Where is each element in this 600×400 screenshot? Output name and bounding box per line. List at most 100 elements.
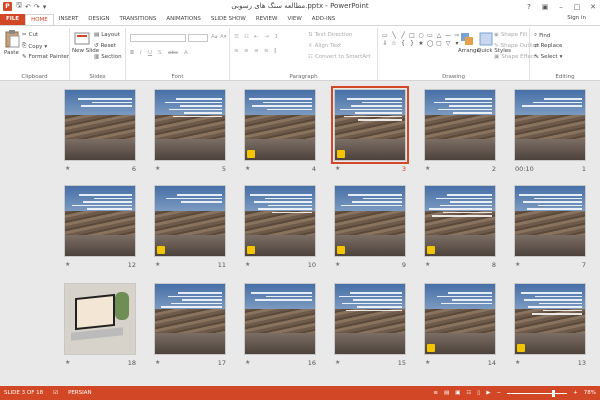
layout-button[interactable]: ▤ Layout [94,32,120,38]
slide-transition-star-icon[interactable]: ★ [335,359,340,366]
convert-smartart-button[interactable]: ☷ Convert to SmartArt [308,54,371,60]
section-button[interactable]: ▥ Section [94,54,122,60]
slide-transition-star-icon[interactable]: ★ [65,359,70,366]
minimize-icon[interactable]: – [556,3,566,11]
zoom-out-icon[interactable]: − [497,390,502,396]
sign-in-link[interactable]: Sign in [567,15,586,21]
decrease-indent-icon[interactable]: ⇤ [254,34,259,40]
spellcheck-icon[interactable]: ☑ [53,390,58,396]
italic-icon[interactable]: I [140,50,142,56]
slide-transition-star-icon[interactable]: ★ [245,359,250,366]
slide-transition-star-icon[interactable]: ★ [515,359,520,366]
slide-transition-star-icon[interactable]: ★ [425,165,430,172]
copy-button[interactable]: ⎘ Copy ▾ [22,43,47,50]
tab-review[interactable]: REVIEW [251,14,283,25]
shape-star-icon[interactable]: ☆ [390,40,398,47]
slide-thumbnail-8[interactable] [424,185,496,257]
slide-thumbnail-16[interactable] [244,283,316,355]
find-button[interactable]: ⌕ Find [534,32,550,39]
shapes-gallery[interactable]: ▭ ╲ ╱ □ ○ ▭ △ — ⇨ ⇩ ☆ { } ★ ◯ ▢ ▽ ▾ [381,32,461,47]
save-icon[interactable]: 🖫 [16,1,22,12]
cut-button[interactable]: ✂ Cut [22,32,38,38]
slide-thumbnail-13[interactable] [514,283,586,355]
slide-transition-star-icon[interactable]: ★ [425,261,430,268]
align-center-icon[interactable]: ≡ [244,48,249,54]
slide-thumbnail-10[interactable] [244,185,316,257]
ribbon-display-icon[interactable]: ▣ [540,3,550,11]
tab-slide-show[interactable]: SLIDE SHOW [206,14,251,25]
slide-transition-star-icon[interactable]: ★ [515,261,520,268]
shape-rect-icon[interactable]: ▭ [426,32,434,39]
slide-thumbnail-18[interactable] [64,283,136,355]
align-text-button[interactable]: ⇳ Align Text [308,43,341,49]
slide-thumbnail-11[interactable] [154,185,226,257]
close-icon[interactable]: ✕ [588,3,598,11]
zoom-slider-thumb[interactable] [552,389,556,397]
replace-button[interactable]: ⇄ Replace [534,43,562,49]
slide-transition-star-icon[interactable]: ★ [245,261,250,268]
notes-icon[interactable]: ≡ [433,390,438,396]
zoom-level[interactable]: 78% [584,390,596,396]
line-spacing-icon[interactable]: ↕ [274,34,279,40]
tab-insert[interactable]: INSERT [54,14,83,25]
tab-file[interactable]: FILE [0,14,26,25]
shape-triangle-icon[interactable]: △ [435,32,443,39]
increase-indent-icon[interactable]: ⇥ [264,34,269,40]
align-left-icon[interactable]: ≡ [234,48,239,54]
undo-icon[interactable]: ↶ [25,3,31,11]
maximize-icon[interactable]: □ [572,3,582,11]
slide-transition-star-icon[interactable]: ★ [425,359,430,366]
shape-line-icon[interactable]: ╱ [399,32,407,39]
font-size-combo[interactable] [188,34,208,42]
reading-view-icon[interactable]: ▯ [477,390,480,396]
bold-icon[interactable]: B [130,50,134,56]
shape-textbox-icon[interactable]: ▭ [381,32,389,39]
font-color-icon[interactable]: A [184,50,188,56]
shape-fill-button[interactable]: ◉ Shape Fill [494,32,527,38]
paste-button[interactable]: Paste [4,50,19,56]
slide-transition-star-icon[interactable]: ★ [155,261,160,268]
text-direction-button[interactable]: ⇅ Text Direction [308,32,352,38]
font-name-combo[interactable] [130,34,186,42]
slide-thumbnail-3[interactable] [331,86,409,164]
shape-brace-icon[interactable]: { [399,40,407,47]
tab-transitions[interactable]: TRANSITIONS [114,14,161,25]
shape-brace-icon[interactable]: } [408,40,416,47]
shape-rect-icon[interactable]: □ [408,32,416,39]
slide-thumbnail-5[interactable] [154,89,226,161]
arrange-icon[interactable] [460,32,474,46]
shrink-font-icon[interactable]: A▾ [220,34,227,40]
slide-transition-star-icon[interactable]: ★ [335,165,340,172]
underline-icon[interactable]: U [148,50,152,56]
align-right-icon[interactable]: ≡ [254,48,259,54]
help-icon[interactable]: ? [524,3,534,11]
customize-qat-icon[interactable]: ▾ [43,3,47,11]
shape-arrow-icon[interactable]: ⇩ [381,40,389,47]
paste-icon[interactable] [4,30,20,48]
numbering-icon[interactable]: ☷ [244,34,249,40]
slide-sorter-view-icon[interactable]: ☷ [466,390,471,396]
slide-thumbnail-15[interactable] [334,283,406,355]
tab-home[interactable]: HOME [25,14,54,25]
shape-oval-icon[interactable]: ○ [417,32,425,39]
tab-animations[interactable]: ANIMATIONS [161,14,206,25]
zoom-in-icon[interactable]: + [573,390,578,396]
zoom-slider[interactable] [507,389,568,397]
quick-styles-icon[interactable] [479,32,493,46]
shape-callout-icon[interactable]: ▢ [435,40,443,47]
justify-icon[interactable]: ≡ [264,48,269,54]
slide-thumbnail-6[interactable] [64,89,136,161]
language-indicator[interactable]: PERSIAN [68,390,92,396]
bullets-icon[interactable]: ☰ [234,34,239,40]
shape-line-icon[interactable]: ╲ [390,32,398,39]
shape-star-icon[interactable]: ★ [417,40,425,47]
new-slide-icon[interactable] [74,30,90,46]
comments-icon[interactable]: ▤ [444,390,449,396]
slide-thumbnail-2[interactable] [424,89,496,161]
shape-triangle-icon[interactable]: ▽ [444,40,452,47]
columns-icon[interactable]: ‖ [274,48,277,54]
shape-oval-icon[interactable]: ◯ [426,40,434,47]
slide-transition-star-icon[interactable]: ★ [65,165,70,172]
slide-thumbnail-17[interactable] [154,283,226,355]
redo-icon[interactable]: ↷ [34,3,40,11]
